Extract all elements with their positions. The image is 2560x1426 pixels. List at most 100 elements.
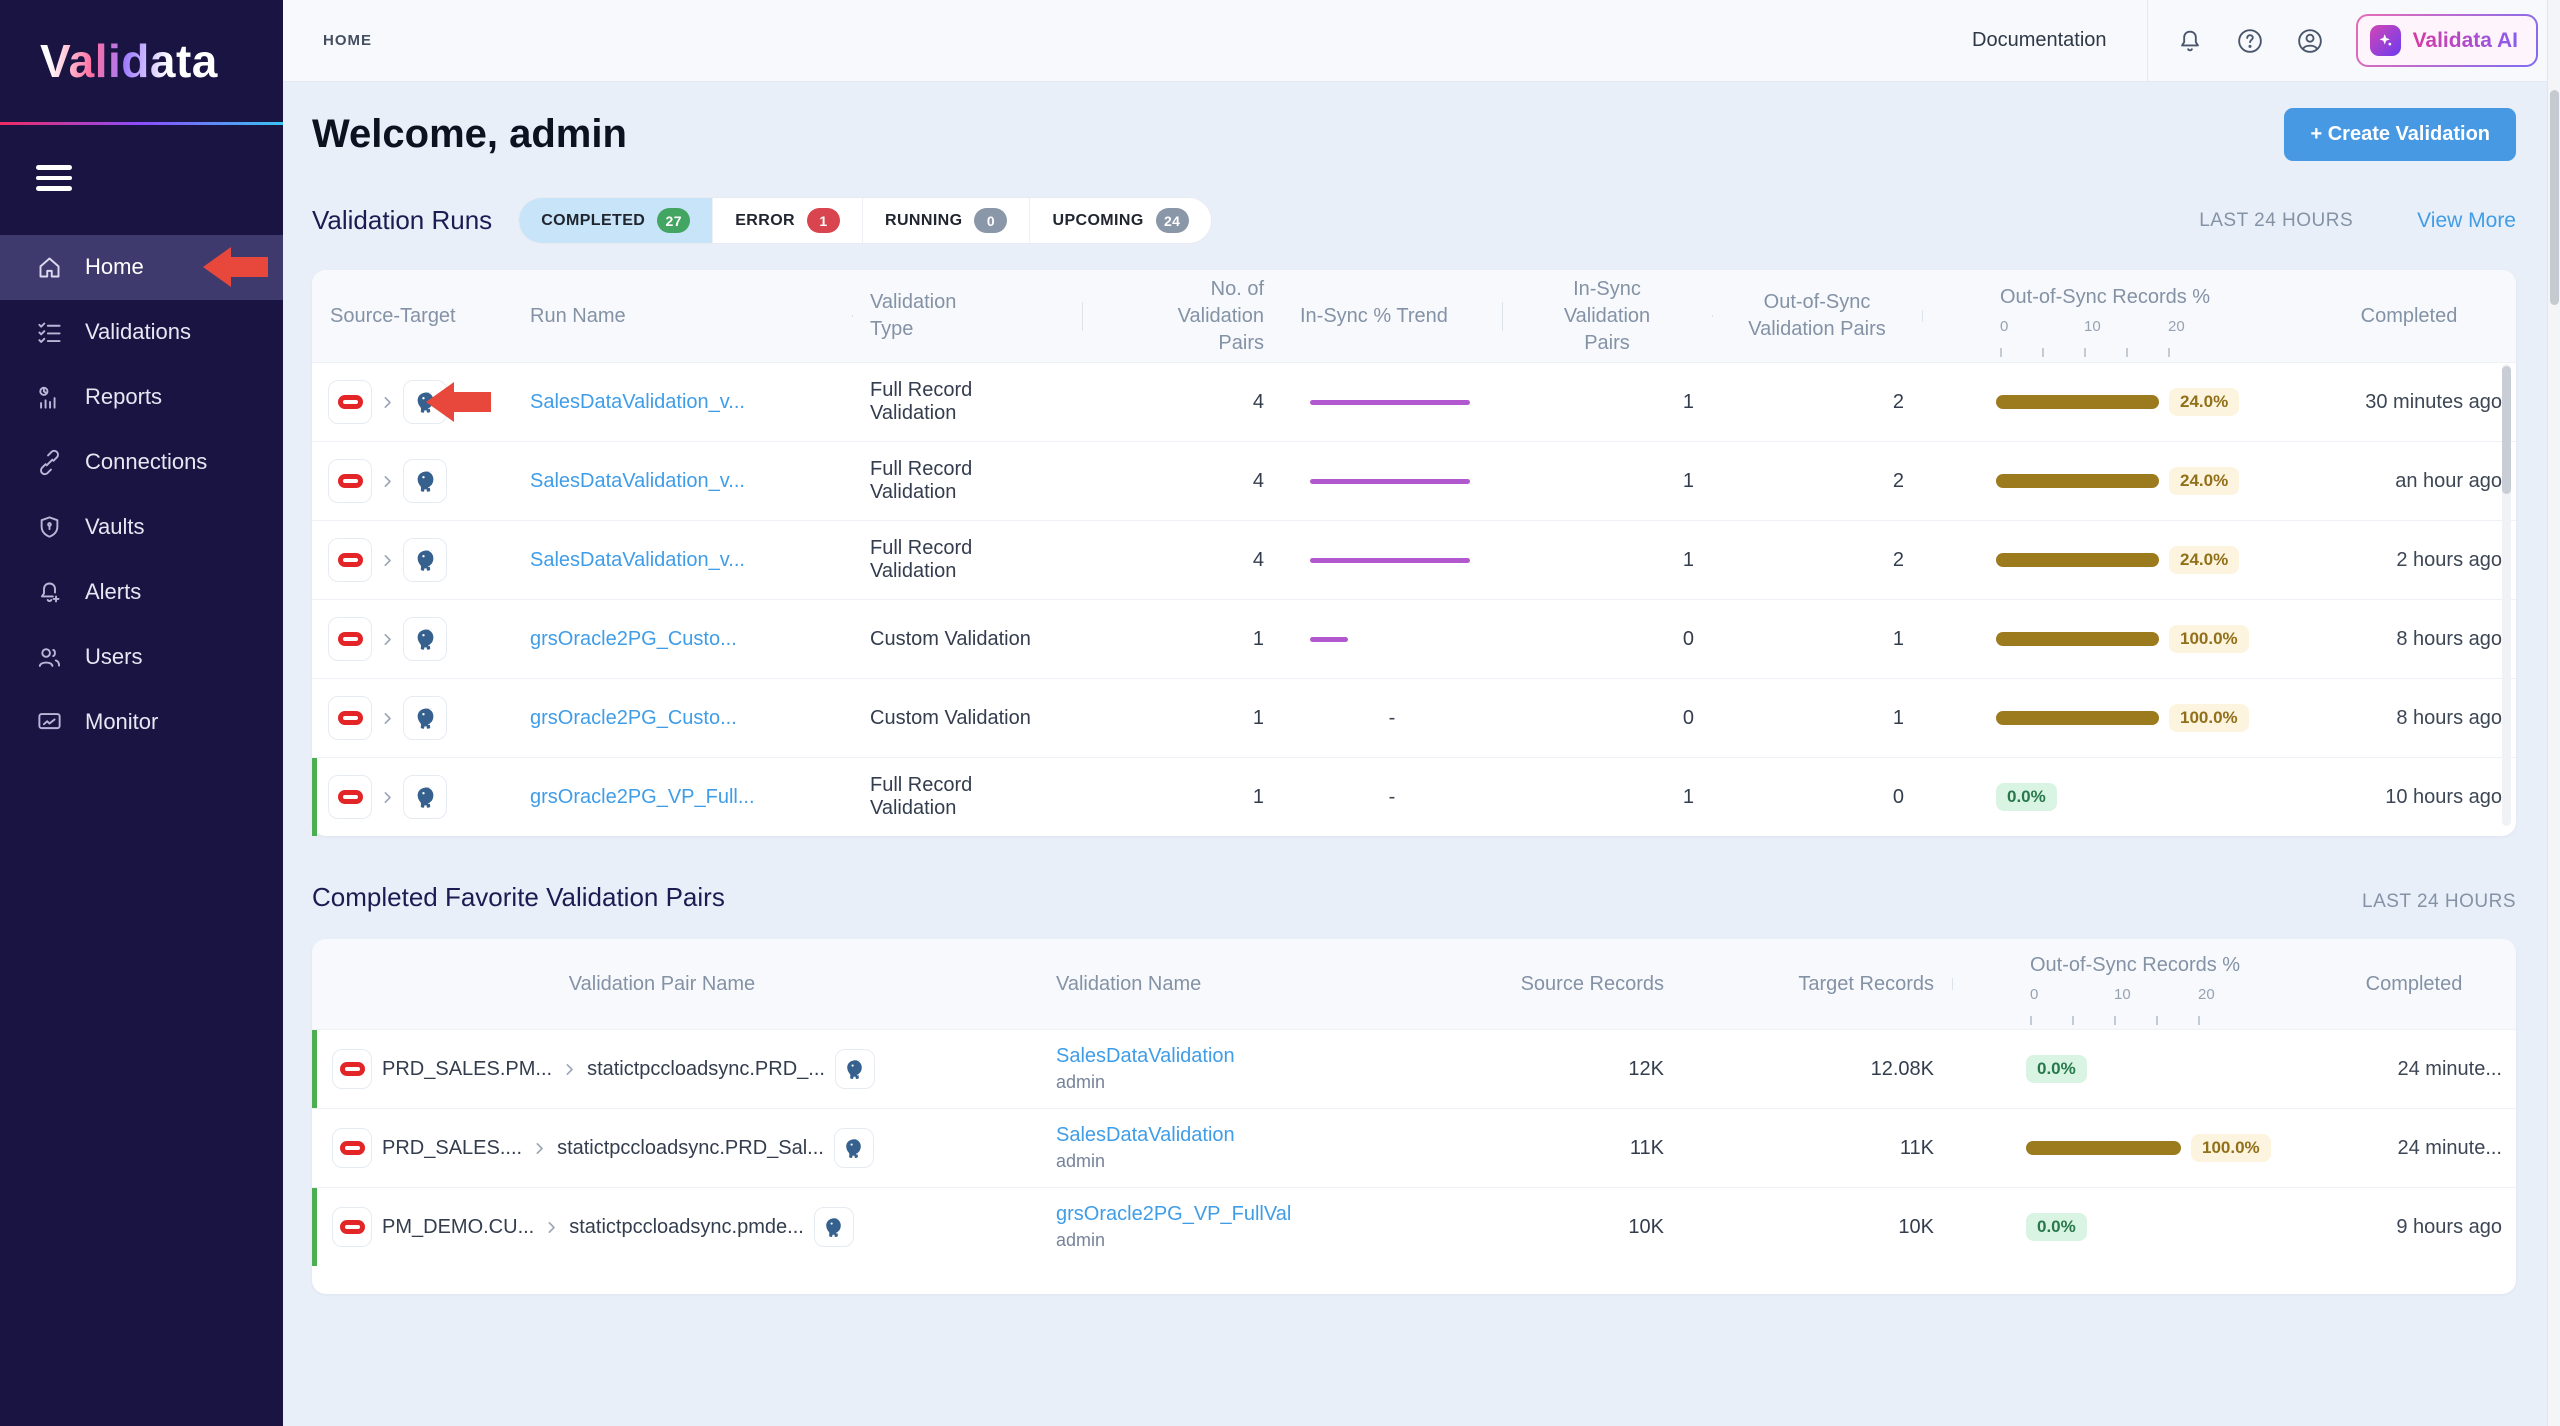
sidebar-item-alerts[interactable]: Alerts [0, 560, 283, 625]
validation-type-cell: Full Record Validation [852, 774, 1082, 820]
sidebar-item-label: Users [85, 644, 142, 670]
oos-pct-badge: 100.0% [2169, 704, 2249, 732]
validation-name-link[interactable]: SalesDataValidation [1056, 1124, 1235, 1146]
pair-target-name: statictpccloadsync.PRD_... [587, 1058, 825, 1081]
in-sync-pairs-cell: 1 [1502, 549, 1712, 572]
in-sync-pairs-cell: 1 [1502, 391, 1712, 414]
validation-name-cell: grsOracle2PG_VP_FullVal admin [1012, 1201, 1472, 1252]
sidebar-item-label: Home [85, 254, 144, 280]
run-name-link[interactable]: grsOracle2PG_Custo... [530, 628, 737, 650]
oos-records-cell: 100.0% [1952, 1134, 2312, 1162]
oos-records-cell: 100.0% [1922, 704, 2302, 732]
sidebar-item-validations[interactable]: Validations [0, 300, 283, 365]
run-name-link[interactable]: grsOracle2PG_VP_Full... [530, 786, 755, 808]
sidebar-item-connections[interactable]: Connections [0, 430, 283, 495]
page-title: Welcome, admin [312, 112, 627, 157]
running-count-badge: 0 [974, 208, 1007, 233]
source-records-cell: 12K [1472, 1058, 1682, 1081]
oos-pct-badge: 0.0% [1996, 783, 2057, 811]
in-sync-pairs-cell: 1 [1502, 470, 1712, 493]
oos-bar [1996, 711, 2159, 725]
validata-ai-button[interactable]: Validata AI [2356, 14, 2538, 67]
in-sync-trend-cell: - [1282, 679, 1502, 757]
sidebar-item-label: Connections [85, 449, 207, 475]
monitor-icon [36, 709, 63, 736]
run-name-cell: SalesDataValidation_v... [512, 391, 852, 414]
run-name-link[interactable]: grsOracle2PG_Custo... [530, 707, 737, 729]
validation-name-link[interactable]: SalesDataValidation [1056, 1045, 1235, 1067]
favorites-card: Validation Pair Name Validation Name Sou… [312, 939, 2516, 1294]
validation-name-link[interactable]: grsOracle2PG_VP_FullVal [1056, 1203, 1291, 1225]
validation-type-cell: Full Record Validation [852, 458, 1082, 504]
oos-bar [1996, 553, 2159, 567]
completed-cell: 8 hours ago [2302, 628, 2516, 651]
card-scrollbar-thumb[interactable] [2502, 366, 2511, 494]
sidebar-item-reports[interactable]: Reports [0, 365, 283, 430]
completed-cell: 10 hours ago [2302, 786, 2516, 809]
oracle-icon [328, 459, 372, 503]
tab-label: UPCOMING [1052, 212, 1143, 230]
run-name-link[interactable]: SalesDataValidation_v... [530, 470, 745, 492]
topbar: HOME Documentation Validata AI [283, 0, 2560, 82]
source-records-cell: 10K [1472, 1216, 1682, 1239]
col-out-of-sync-pairs: Out-of-Sync Validation Pairs [1712, 289, 1922, 343]
postgres-icon [834, 1128, 874, 1168]
col-in-sync-trend: In-Sync % Trend [1282, 303, 1502, 330]
oracle-icon [332, 1207, 372, 1247]
in-sync-trend-cell [1282, 521, 1502, 599]
validation-type-cell: Custom Validation [852, 628, 1082, 651]
oos-bar [1996, 395, 2159, 409]
help-icon[interactable] [2236, 27, 2264, 55]
sidebar-item-vaults[interactable]: Vaults [0, 495, 283, 560]
postgres-icon [403, 380, 447, 424]
pairs-count-cell: 4 [1082, 549, 1282, 572]
error-count-badge: 1 [807, 208, 840, 233]
oos-pct-badge: 100.0% [2169, 625, 2249, 653]
sidebar-item-monitor[interactable]: Monitor [0, 690, 283, 755]
tab-running[interactable]: RUNNING 0 [862, 198, 1029, 243]
sidebar-item-users[interactable]: Users [0, 625, 283, 690]
col-run-name: Run Name [512, 303, 852, 330]
tab-error[interactable]: ERROR 1 [712, 198, 862, 243]
page-scrollbar-thumb[interactable] [2550, 90, 2559, 305]
in-sync-trend-cell [1282, 363, 1502, 441]
oracle-icon [328, 775, 372, 819]
ai-sparkle-icon [2370, 25, 2401, 56]
sidebar-item-label: Monitor [85, 709, 158, 735]
col-completed: Completed [2302, 303, 2516, 330]
sidebar-item-home[interactable]: Home [0, 235, 283, 300]
run-name-cell: grsOracle2PG_Custo... [512, 707, 852, 730]
run-name-link[interactable]: SalesDataValidation_v... [530, 391, 745, 413]
table-row: grsOracle2PG_VP_Full... Full Record Vali… [312, 757, 2516, 836]
notifications-bell-icon[interactable] [2176, 27, 2204, 55]
account-icon[interactable] [2296, 27, 2324, 55]
in-sync-pairs-cell: 0 [1502, 707, 1712, 730]
chevron-right-icon [380, 395, 395, 410]
tab-upcoming[interactable]: UPCOMING 24 [1029, 198, 1210, 243]
col-completed: Completed [2312, 971, 2516, 998]
table-row: PM_DEMO.CU... statictpccloadsync.pmde...… [312, 1187, 2516, 1266]
favorites-table-header: Validation Pair Name Validation Name Sou… [312, 939, 2516, 1029]
oos-bar [1996, 474, 2159, 488]
col-source-records: Source Records [1472, 971, 1682, 998]
view-more-link[interactable]: View More [2417, 209, 2516, 233]
table-row: SalesDataValidation_v... Full Record Val… [312, 520, 2516, 599]
validation-runs-tabs: COMPLETED 27 ERROR 1 RUNNING 0 UPCOMING … [518, 197, 1212, 244]
create-validation-button[interactable]: + Create Validation [2284, 108, 2516, 161]
tab-label: ERROR [735, 212, 795, 230]
run-name-link[interactable]: SalesDataValidation_v... [530, 549, 745, 571]
oracle-icon [328, 380, 372, 424]
completed-cell: 2 hours ago [2302, 549, 2516, 572]
chevron-right-icon [380, 553, 395, 568]
chevron-right-icon [562, 1062, 577, 1077]
oos-records-cell: 0.0% [1952, 1213, 2312, 1241]
breadcrumb[interactable]: HOME [323, 32, 372, 49]
out-of-sync-pairs-cell: 0 [1712, 786, 1922, 809]
hamburger-menu-icon[interactable] [36, 165, 72, 191]
trend-sparkline [1310, 637, 1348, 642]
documentation-link[interactable]: Documentation [1972, 29, 2107, 52]
validation-owner: admin [1056, 1228, 1472, 1252]
tab-completed[interactable]: COMPLETED 27 [519, 198, 712, 243]
page-scrollbar[interactable] [2547, 0, 2560, 1426]
source-records-cell: 11K [1472, 1137, 1682, 1160]
